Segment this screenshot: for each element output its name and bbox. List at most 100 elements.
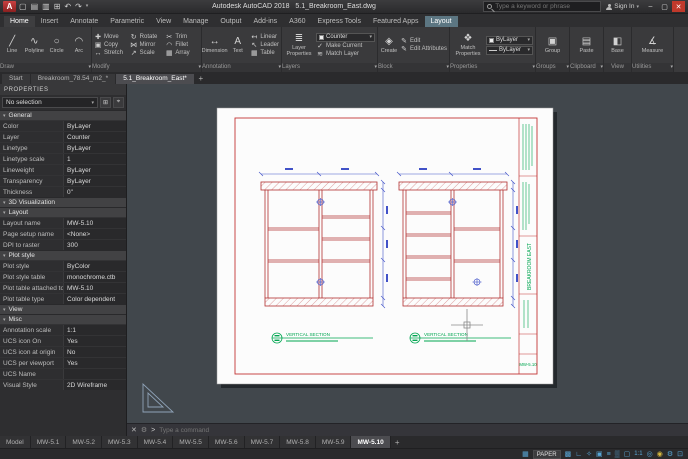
gear-icon[interactable]: ⚙ — [667, 449, 673, 459]
property-row[interactable]: UCS icon at origin No — [0, 346, 126, 357]
property-row[interactable]: Thickness 0" — [0, 186, 126, 197]
property-value[interactable]: MW-5.10 — [64, 283, 126, 293]
property-value[interactable]: No — [64, 347, 126, 357]
edit-attributes-button[interactable]: ✎ Edit Attributes — [400, 46, 447, 53]
rotate-button[interactable]: ↻ Rotate — [130, 34, 164, 41]
property-value[interactable]: MW-5.10 — [64, 218, 126, 228]
array-button[interactable]: ▦ Array — [165, 50, 199, 57]
property-value[interactable]: ByLayer — [64, 176, 126, 186]
copy-button[interactable]: ▣ Copy — [94, 42, 128, 49]
draw-panel-label[interactable]: Draw ▾ — [0, 63, 91, 72]
layout-tab[interactable]: MW-5.10 — [351, 436, 391, 448]
layout-tab[interactable]: MW-5.7 — [244, 436, 281, 448]
layout-tab[interactable]: MW-5.6 — [208, 436, 245, 448]
property-row[interactable]: UCS icon On Yes — [0, 335, 126, 346]
table-button[interactable]: ▦ Table — [250, 50, 279, 57]
select-objects-button[interactable]: ⌖ — [113, 97, 124, 108]
ribbon-tab[interactable]: Add-ins — [247, 16, 283, 27]
isolate-objects-icon[interactable]: ◉ — [657, 449, 663, 459]
property-row[interactable]: Annotation scale 1:1 — [0, 324, 126, 335]
ribbon-tab[interactable]: Home — [4, 16, 35, 27]
annotation-panel-label[interactable]: Annotation ▾ — [202, 63, 281, 72]
help-search-box[interactable] — [483, 1, 602, 12]
property-row[interactable]: Layout name MW-5.10 — [0, 217, 126, 228]
ribbon-tab[interactable]: Output — [214, 16, 247, 27]
line-button[interactable]: ╱ Line — [2, 28, 22, 62]
ribbon-tab[interactable]: Parametric — [104, 16, 150, 27]
qat-dropdown-icon[interactable]: ▾ — [86, 1, 89, 12]
property-value[interactable]: monochrome.ctb — [64, 272, 126, 282]
layout-tab[interactable]: MW-5.8 — [280, 436, 316, 448]
selection-dropdown[interactable]: No selection ▾ — [2, 97, 98, 108]
transparency-icon[interactable]: ▒ — [615, 449, 620, 459]
app-logo-icon[interactable]: A — [3, 1, 16, 12]
ortho-icon[interactable]: ∟ — [575, 449, 582, 459]
create-block-button[interactable]: ◈ Create — [380, 28, 398, 62]
base-button[interactable]: ◧ Base — [606, 28, 629, 62]
linear-button[interactable]: ↤ Linear — [250, 34, 279, 41]
section-header-misc[interactable]: ▾ Misc — [0, 314, 126, 324]
property-value[interactable]: Yes — [64, 336, 126, 346]
ribbon-tab[interactable]: Layout — [424, 16, 458, 27]
property-value[interactable]: Counter — [64, 132, 126, 142]
group-button[interactable]: ▣ Group — [538, 28, 567, 62]
customize-gear-icon[interactable]: ⚙ — [141, 426, 147, 434]
drawing-canvas[interactable]: BREAKROOM EAST MW-5.10 VERTICAL SECTION … — [127, 84, 688, 436]
property-row[interactable]: Color ByLayer — [0, 120, 126, 131]
property-value[interactable]: 2D Wireframe — [64, 380, 126, 390]
layout-tab[interactable]: MW-5.5 — [173, 436, 209, 448]
toggle-pickadd-button[interactable]: ⊞ — [100, 97, 111, 108]
property-row[interactable]: Page setup name <None> — [0, 228, 126, 239]
property-row[interactable]: Plot table type Color dependent — [0, 293, 126, 304]
paste-button[interactable]: ▤ Paste — [572, 28, 601, 62]
ribbon-tab[interactable]: A360 — [283, 16, 311, 27]
snap-icon[interactable]: ▩ — [565, 449, 572, 459]
property-value[interactable] — [64, 369, 126, 379]
properties-panel-label[interactable]: Properties ▾ — [450, 63, 535, 72]
scale-button[interactable]: ↗ Scale — [130, 50, 164, 57]
ribbon-tab[interactable]: Manage — [177, 16, 214, 27]
open-file-icon[interactable]: ▤ — [31, 1, 39, 12]
undo-icon[interactable]: ↶ — [64, 1, 71, 12]
edit-block-button[interactable]: ✎ Edit — [400, 38, 447, 45]
property-row[interactable]: Lineweight ByLayer — [0, 164, 126, 175]
property-row[interactable]: Transparency ByLayer — [0, 175, 126, 186]
sign-in-button[interactable]: Sign In ▾ — [606, 3, 639, 10]
dimension-button[interactable]: ↔ Dimension — [202, 28, 228, 62]
property-row[interactable]: Linetype ByLayer — [0, 142, 126, 153]
annotation-scale-button[interactable]: 1:1 — [634, 449, 642, 459]
groups-panel-label[interactable]: Groups ▾ — [536, 63, 569, 72]
property-value[interactable]: 1:1 — [64, 325, 126, 335]
command-input[interactable] — [159, 426, 684, 434]
plot-icon[interactable]: ⊞ — [54, 1, 61, 12]
close-icon[interactable]: ✕ — [131, 426, 137, 434]
property-row[interactable]: UCS per viewport Yes — [0, 357, 126, 368]
layer-properties-button[interactable]: ≣ Layer Properties — [284, 28, 314, 62]
circle-button[interactable]: ○ Circle — [47, 28, 67, 62]
property-row[interactable]: Plot table attached to MW-5.10 — [0, 282, 126, 293]
file-tab[interactable]: 5.1_Breakroom_East* — [116, 74, 194, 84]
property-row[interactable]: Plot style table monochrome.ctb — [0, 271, 126, 282]
minimize-button[interactable]: – — [644, 1, 657, 12]
property-value[interactable]: 0" — [64, 187, 126, 197]
property-value[interactable]: ByLayer — [64, 165, 126, 175]
file-tab[interactable]: Start — [2, 74, 30, 84]
modify-panel-label[interactable]: Modify ▾ — [92, 63, 201, 72]
redo-icon[interactable]: ↷ — [75, 1, 82, 12]
property-value[interactable]: Yes — [64, 358, 126, 368]
view-panel-label[interactable]: View — [604, 63, 631, 72]
polyline-button[interactable]: ∿ Polyline — [24, 28, 44, 62]
match-layer-button[interactable]: ≋ Match Layer — [316, 51, 375, 58]
arc-button[interactable]: ◠ Arc — [69, 28, 89, 62]
lineweight-icon[interactable]: ≡ — [607, 449, 611, 459]
property-row[interactable]: Linetype scale 1 — [0, 153, 126, 164]
trim-button[interactable]: ✂ Trim — [165, 34, 199, 41]
property-value[interactable]: ByLayer — [64, 143, 126, 153]
grid-icon[interactable]: ▦ — [522, 449, 529, 459]
property-row[interactable]: Plot style ByColor — [0, 260, 126, 271]
make-current-button[interactable]: ✓ Make Current — [316, 43, 375, 50]
ribbon-tab[interactable]: Insert — [35, 16, 65, 27]
section-header-general[interactable]: ▾ General — [0, 110, 126, 120]
property-value[interactable]: ByLayer — [64, 121, 126, 131]
section-header-plot-style[interactable]: ▾ Plot style — [0, 250, 126, 260]
